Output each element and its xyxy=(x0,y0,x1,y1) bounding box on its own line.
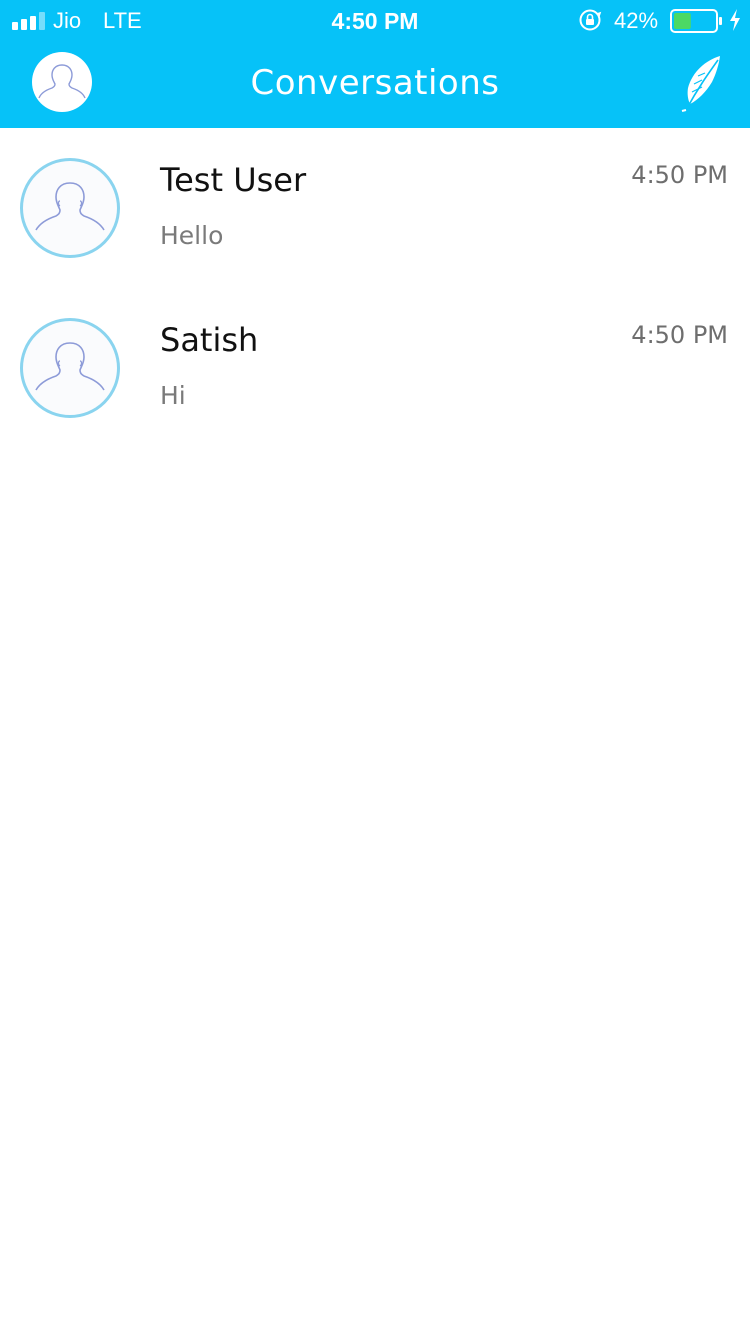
conversation-item-test-user[interactable]: Test User Hello 4:50 PM xyxy=(0,128,750,288)
person-silhouette-icon xyxy=(35,342,105,391)
message-preview: Hello xyxy=(160,221,224,250)
avatar xyxy=(20,318,120,418)
conversation-list: Test User Hello 4:50 PM Satish Hi 4:50 P… xyxy=(0,128,750,448)
person-silhouette-icon xyxy=(35,182,105,231)
conversations-screen: Jio LTE 4:50 PM 42% Conversations Test U… xyxy=(0,0,750,1334)
status-bar: Jio LTE 4:50 PM 42% xyxy=(0,0,750,40)
battery-icon xyxy=(670,9,722,33)
orientation-lock-icon xyxy=(579,9,602,31)
contact-name: Test User xyxy=(160,161,307,199)
message-preview: Hi xyxy=(160,381,186,410)
conversation-item-satish[interactable]: Satish Hi 4:50 PM xyxy=(0,288,750,448)
message-time: 4:50 PM xyxy=(631,321,728,349)
page-title: Conversations xyxy=(250,63,500,103)
nav-bar: Conversations xyxy=(0,40,750,128)
avatar xyxy=(20,158,120,258)
message-time: 4:50 PM xyxy=(631,161,728,189)
app-header: Jio LTE 4:50 PM 42% Conversations xyxy=(0,0,750,128)
battery-percent: 42% xyxy=(614,8,659,33)
charging-bolt-icon xyxy=(730,9,740,31)
contact-name: Satish xyxy=(160,321,259,359)
compose-button[interactable] xyxy=(678,54,724,112)
feather-compose-icon xyxy=(681,56,720,112)
